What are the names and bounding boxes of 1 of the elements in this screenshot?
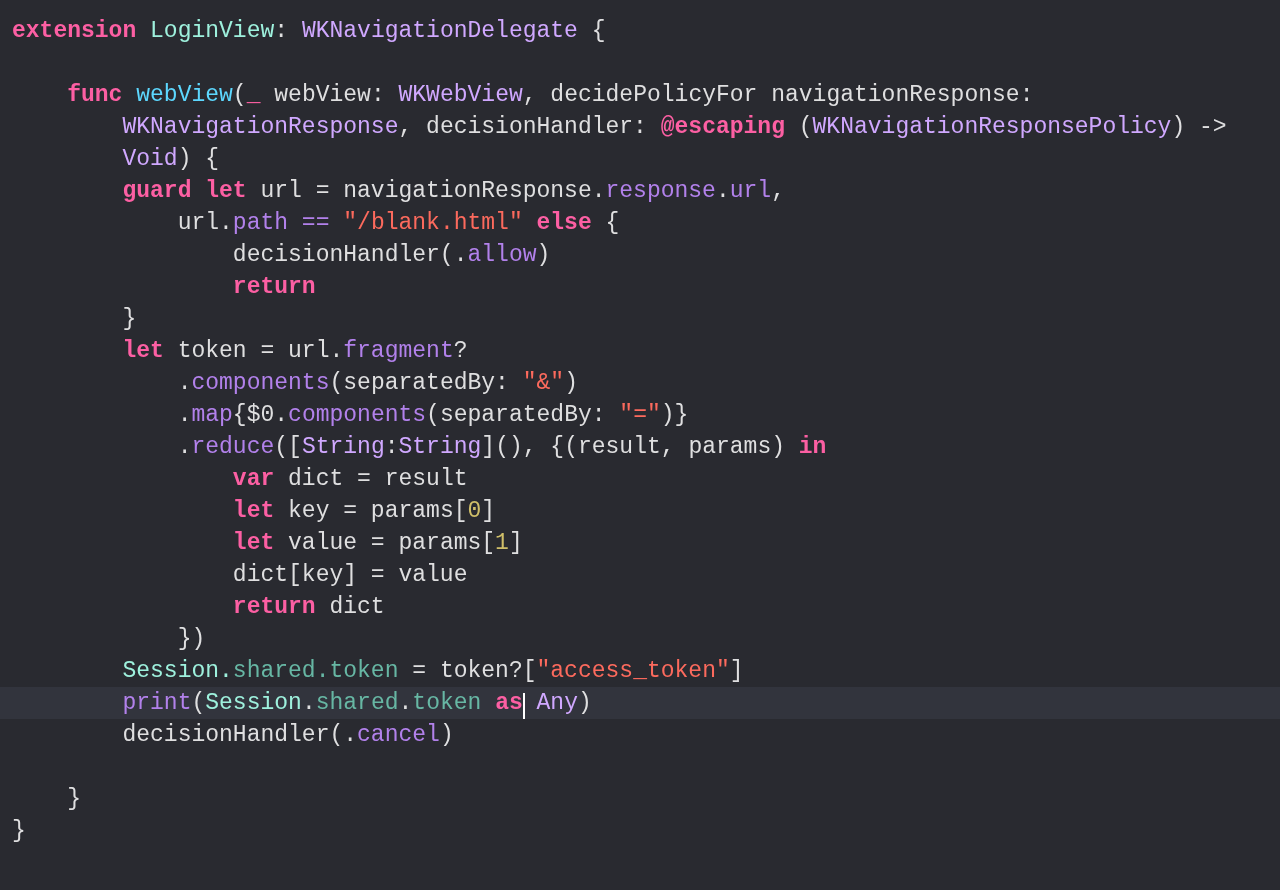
code-editor[interactable]: [0, 0, 1280, 890]
